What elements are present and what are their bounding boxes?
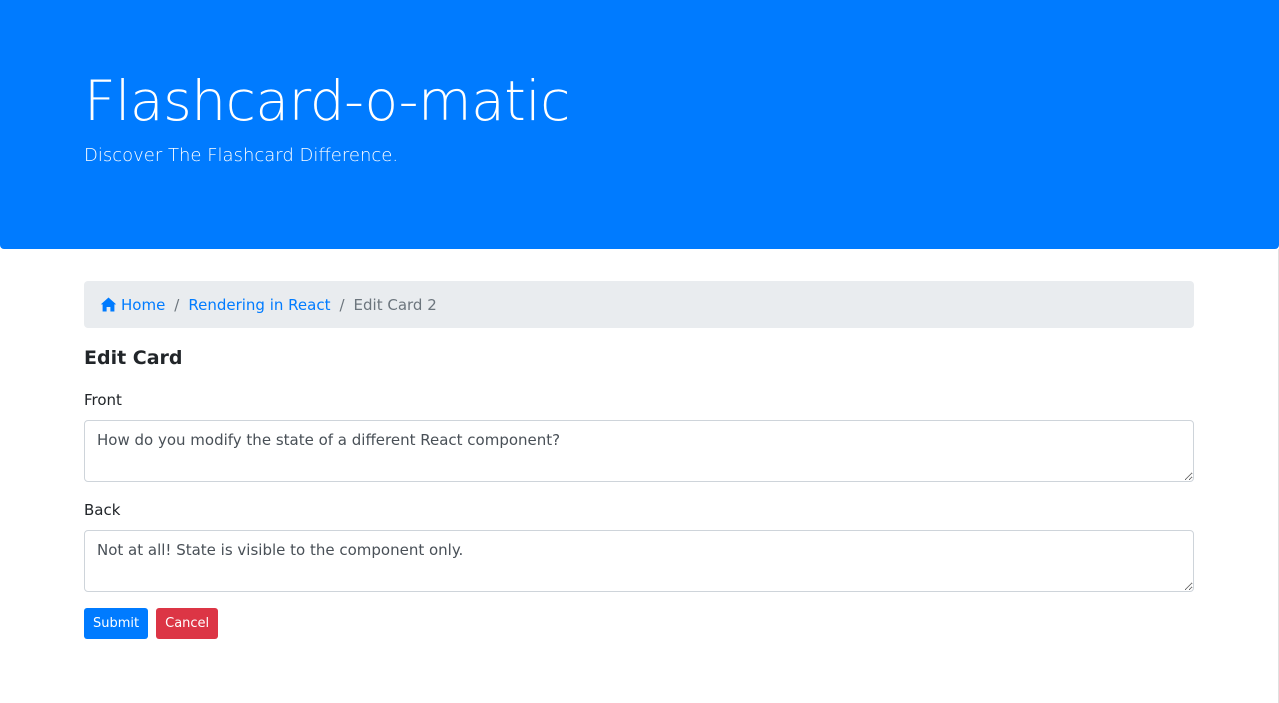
back-label: Back: [84, 501, 121, 519]
submit-button[interactable]: Submit: [84, 608, 149, 639]
app-title: Flashcard-o-matic: [84, 69, 570, 133]
form-actions: Submit Cancel: [84, 608, 1194, 639]
back-textarea[interactable]: Not at all! State is visible to the comp…: [84, 530, 1194, 592]
breadcrumb-deck-link[interactable]: Rendering in React: [188, 296, 330, 314]
front-label: Front: [84, 391, 122, 409]
header-jumbotron: Flashcard-o-matic Discover The Flashcard…: [0, 0, 1279, 249]
breadcrumb-home-label: Home: [121, 295, 166, 314]
main-content: Home / Rendering in React / Edit Card 2 …: [84, 281, 1194, 639]
home-icon: [100, 297, 117, 312]
breadcrumb-separator: /: [339, 295, 345, 314]
app-subtitle: Discover The Flashcard Difference.: [84, 145, 399, 166]
edit-card-form: Front How do you modify the state of a d…: [84, 390, 1194, 639]
breadcrumb: Home / Rendering in React / Edit Card 2: [84, 281, 1194, 328]
page-title: Edit Card: [84, 347, 183, 369]
breadcrumb-current: Edit Card 2: [353, 295, 437, 314]
breadcrumb-home-link[interactable]: Home: [100, 296, 165, 314]
breadcrumb-separator: /: [174, 295, 180, 314]
front-textarea[interactable]: How do you modify the state of a differe…: [84, 420, 1194, 482]
cancel-button[interactable]: Cancel: [156, 608, 219, 639]
